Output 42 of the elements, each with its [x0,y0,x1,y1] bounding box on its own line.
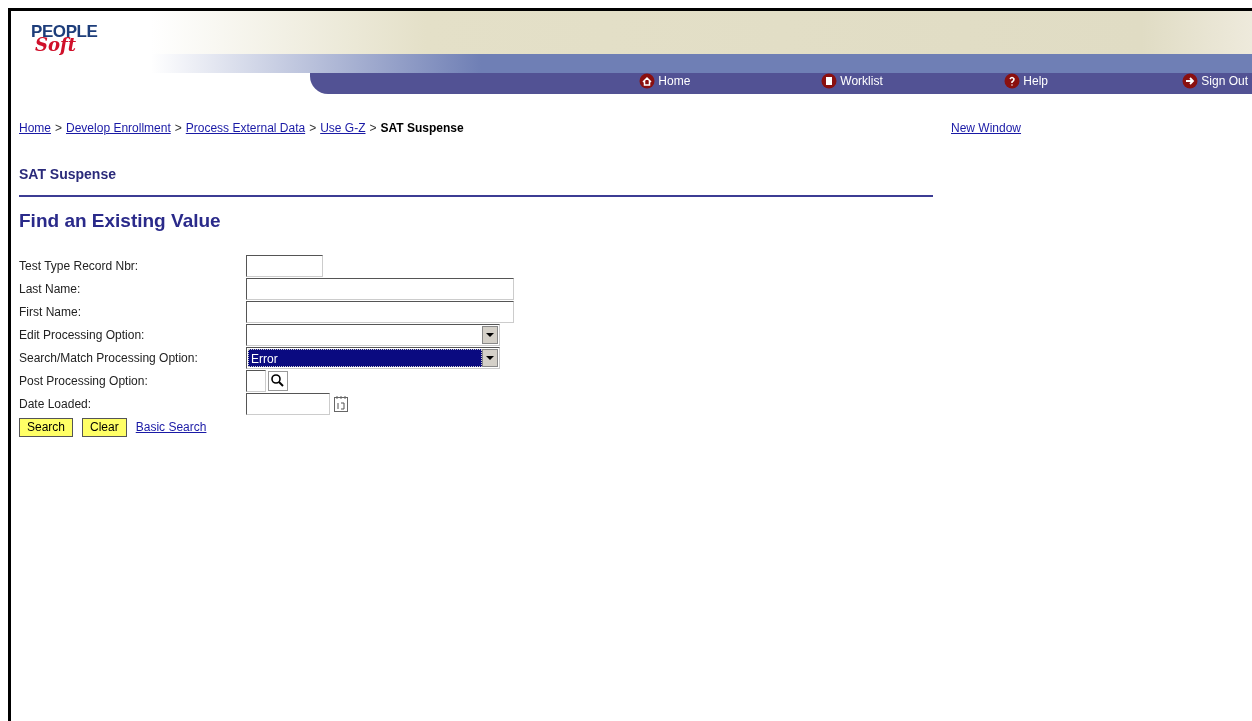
text-field[interactable] [246,278,514,300]
field-label: Test Type Record Nbr: [19,258,140,275]
breadcrumb-link[interactable]: Develop Enrollment [66,119,171,137]
page-heading: Find an Existing Value [19,209,222,233]
breadcrumb-separator: > [309,120,317,137]
document-icon [821,72,838,89]
nav-link[interactable]: Worklist [821,71,883,90]
text-field[interactable] [246,301,514,323]
field-label: Edit Processing Option: [19,327,146,344]
breadcrumb-link[interactable]: Process External Data [185,119,306,137]
new-window-link[interactable]: New Window [951,119,1022,137]
caret-icon [482,349,498,367]
nav-link[interactable]: Sign Out [1182,71,1248,90]
date-field[interactable] [246,393,330,415]
text-field[interactable] [246,255,323,277]
page-title: SAT Suspense [19,165,117,184]
breadcrumb-separator: > [369,120,377,137]
help-icon [1004,72,1021,89]
dropdown-field[interactable] [246,324,500,346]
breadcrumb-current: SAT Suspense [380,120,464,137]
breadcrumb-separator: > [174,120,182,137]
field-label: Last Name: [19,281,82,298]
field-label: Post Processing Option: [19,373,149,390]
logo: PEOPLE Soft [30,21,99,57]
dropdown-value: Error [251,352,278,366]
nav-link[interactable]: Help [1004,71,1048,90]
caret-icon [482,326,498,344]
field-label: First Name: [19,304,82,321]
nav-link[interactable]: Home [639,71,691,90]
basic-search-link[interactable]: Basic Search [135,418,207,436]
breadcrumb-link[interactable]: Home [19,119,51,137]
field-label: Search/Match Processing Option: [19,350,199,367]
home-icon [639,72,656,89]
field-label: Date Loaded: [19,396,93,413]
breadcrumb-separator: > [55,120,63,137]
dropdown-field[interactable]: Error [246,347,500,369]
text-field[interactable] [246,370,266,392]
search-icon[interactable] [268,371,288,391]
clear-button[interactable]: Clear [82,417,127,437]
calendar-icon[interactable] [333,395,349,413]
search-button[interactable]: Search [19,417,74,437]
breadcrumb-link[interactable]: Use G-Z [320,119,366,137]
